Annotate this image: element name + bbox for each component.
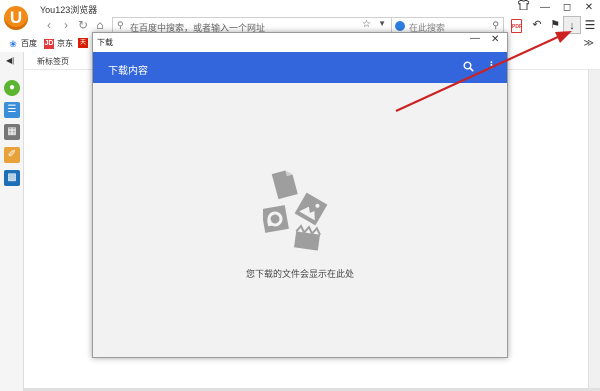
sidebar: ● ☰ ▦ ✐ ▩ — [0, 52, 24, 391]
wechat-icon[interactable]: ● — [4, 80, 20, 96]
refresh-icon[interactable]: ↻ — [75, 17, 91, 33]
downloads-heading: 下载内容 — [108, 66, 148, 77]
image-icon — [294, 192, 328, 226]
minimize-button[interactable]: — — [534, 0, 556, 16]
search-icon: ⚲ — [117, 20, 124, 30]
undo-close-icon[interactable]: ↶ — [528, 16, 546, 34]
extensions-icon[interactable]: ⚑ — [546, 16, 564, 34]
back-button[interactable]: ‹ — [41, 17, 57, 33]
maximize-button[interactable]: ◻ — [556, 0, 578, 16]
more-bookmarks-icon[interactable]: ≫ — [584, 38, 594, 49]
skin-shirt-icon[interactable] — [512, 0, 534, 16]
empty-message: 您下载的文件会显示在此处 — [245, 269, 354, 279]
dialog-header: 下载内容 ⋮ — [93, 52, 507, 83]
baidu-paw-icon: ❀ — [9, 38, 17, 49]
collapse-sidebar-icon[interactable]: ◀| — [6, 56, 14, 65]
document-icon[interactable]: ☰ — [4, 102, 20, 118]
bookmark-star-icon[interactable]: ☆ — [362, 19, 371, 30]
pdf-icon[interactable]: PDF — [511, 19, 522, 33]
bookmark-baidu[interactable]: ❀ 百度 — [8, 38, 37, 49]
bookmark-jd[interactable]: JD 京东 — [44, 38, 73, 49]
monitor-icon[interactable]: ▩ — [4, 170, 20, 186]
vertical-scrollbar[interactable] — [588, 70, 600, 389]
more-options-icon[interactable]: ⋮ — [487, 60, 496, 71]
dialog-minimize-button[interactable]: — — [470, 33, 480, 44]
empty-files-illustration — [263, 170, 328, 251]
dropdown-chevron-icon[interactable]: ▼ — [378, 19, 386, 28]
home-button[interactable]: ⌂ — [92, 17, 108, 33]
download-button[interactable]: ↓ — [563, 16, 581, 34]
search-icon[interactable]: ⚲ — [492, 20, 499, 31]
bookmark-tmall[interactable]: 天猫 — [78, 38, 88, 56]
menu-icon[interactable]: ☰ — [581, 16, 599, 34]
calculator-icon[interactable]: ▦ — [4, 124, 20, 140]
dialog-title: 下载 — [97, 38, 113, 47]
baidu-paw-icon — [395, 21, 405, 31]
dialog-close-button[interactable]: ✕ — [491, 34, 499, 45]
jd-icon: JD — [44, 38, 54, 49]
search-icon[interactable] — [463, 61, 474, 72]
title-bar: U You123浏览器 — ◻ ✕ — [0, 0, 600, 30]
bookmark-label: 京东 — [57, 39, 73, 48]
window-controls: — ◻ ✕ — [512, 0, 600, 16]
app-title: You123浏览器 — [40, 5, 98, 15]
bookmark-label: 百度 — [21, 39, 37, 48]
downloads-empty-state: 您下载的文件会显示在此处 — [93, 83, 507, 357]
close-button[interactable]: ✕ — [578, 0, 600, 16]
video-icon — [294, 224, 321, 251]
tab-new-tab[interactable]: 新标签页 — [37, 56, 69, 67]
forward-button[interactable]: › — [58, 17, 74, 33]
audio-icon — [263, 205, 289, 233]
downloads-dialog: 下载 — ✕ 下载内容 ⋮ 您下载的文件会显示在此处 — [92, 32, 508, 358]
paint-icon[interactable]: ✐ — [4, 147, 20, 163]
document-icon — [271, 170, 298, 200]
tmall-icon: 天猫 — [78, 38, 88, 56]
